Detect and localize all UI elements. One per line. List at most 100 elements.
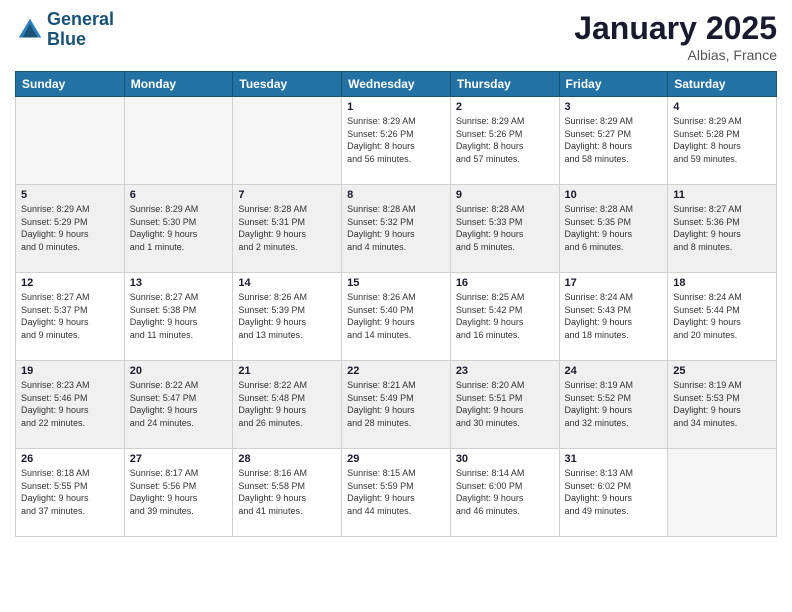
day-number: 7 [238,189,336,201]
calendar-table: SundayMondayTuesdayWednesdayThursdayFrid… [15,71,777,537]
cell-text: Sunrise: 8:20 AM Sunset: 5:51 PM Dayligh… [456,379,554,429]
day-number: 6 [130,189,228,201]
calendar-cell: 15Sunrise: 8:26 AM Sunset: 5:40 PM Dayli… [342,273,451,361]
cell-text: Sunrise: 8:29 AM Sunset: 5:28 PM Dayligh… [673,115,771,165]
day-number: 29 [347,453,445,465]
location-subtitle: Albias, France [574,47,777,63]
day-number: 12 [21,277,119,289]
cell-text: Sunrise: 8:22 AM Sunset: 5:48 PM Dayligh… [238,379,336,429]
day-number: 21 [238,365,336,377]
calendar-cell: 31 Sunrise: 8:13 AM Sunset: 6:02 PM Dayli… [559,449,668,537]
calendar-week-row: 19Sunrise: 8:23 AM Sunset: 5:46 PM Dayli… [16,361,777,449]
cell-text: Sunrise: 8:27 AM Sunset: 5:37 PM Dayligh… [21,291,119,341]
cell-text: Sunrise: 8:18 AM Sunset: 5:55 PM Dayligh… [21,467,119,517]
calendar-cell [124,97,233,185]
cell-text: Sunrise: 8:14 AM Sunset: 6:00 PM Dayligh… [456,467,554,517]
calendar-cell: 2Sunrise: 8:29 AM Sunset: 5:26 PM Daylig… [450,97,559,185]
calendar-cell: 14 Sunrise: 8:26 AM Sunset: 5:39 PM Dayli… [233,273,342,361]
calendar-cell: 20 Sunrise: 8:22 AM Sunset: 5:47 PM Dayli… [124,361,233,449]
day-number: 31 [565,453,663,465]
logo-icon [15,15,45,45]
cell-text: Sunrise: 8:19 AM Sunset: 5:53 PM Dayligh… [673,379,771,429]
day-number: 2 [456,101,554,113]
calendar-cell [233,97,342,185]
calendar-cell: 29 Sunrise: 8:15 AM Sunset: 5:59 PM Dayli… [342,449,451,537]
day-number: 24 [565,365,663,377]
cell-text: Sunrise: 8:13 AM Sunset: 6:02 PM Dayligh… [565,467,663,517]
calendar-cell [668,449,777,537]
cell-text: Sunrise: 8:17 AM Sunset: 5:56 PM Dayligh… [130,467,228,517]
cell-text: Sunrise: 8:28 AM Sunset: 5:35 PM Dayligh… [565,203,663,253]
month-title: January 2025 [574,10,777,47]
day-number: 1 [347,101,445,113]
calendar-cell: 19Sunrise: 8:23 AM Sunset: 5:46 PM Dayli… [16,361,125,449]
weekday-header: Saturday [668,72,777,97]
calendar-cell: 11 Sunrise: 8:27 AM Sunset: 5:36 PM Dayli… [668,185,777,273]
cell-text: Sunrise: 8:16 AM Sunset: 5:58 PM Dayligh… [238,467,336,517]
calendar-cell: 3Sunrise: 8:29 AM Sunset: 5:27 PM Daylig… [559,97,668,185]
calendar-cell: 24 Sunrise: 8:19 AM Sunset: 5:52 PM Dayli… [559,361,668,449]
cell-text: Sunrise: 8:26 AM Sunset: 5:40 PM Dayligh… [347,291,445,341]
calendar-cell: 4 Sunrise: 8:29 AM Sunset: 5:28 PM Daylig… [668,97,777,185]
calendar-cell: 9 Sunrise: 8:28 AM Sunset: 5:33 PM Daylig… [450,185,559,273]
cell-text: Sunrise: 8:15 AM Sunset: 5:59 PM Dayligh… [347,467,445,517]
logo-line2: Blue [47,30,114,50]
day-number: 16 [456,277,554,289]
calendar-cell: 8Sunrise: 8:28 AM Sunset: 5:32 PM Daylig… [342,185,451,273]
calendar-week-row: 1 Sunrise: 8:29 AM Sunset: 5:26 PM Daylig… [16,97,777,185]
page: General Blue January 2025 Albias, France… [0,0,792,612]
cell-text: Sunrise: 8:19 AM Sunset: 5:52 PM Dayligh… [565,379,663,429]
cell-text: Sunrise: 8:22 AM Sunset: 5:47 PM Dayligh… [130,379,228,429]
calendar-cell: 16 Sunrise: 8:25 AM Sunset: 5:42 PM Dayli… [450,273,559,361]
logo-line1: General [47,10,114,30]
day-number: 22 [347,365,445,377]
header: General Blue January 2025 Albias, France [15,10,777,63]
calendar-cell: 30Sunrise: 8:14 AM Sunset: 6:00 PM Dayli… [450,449,559,537]
day-number: 20 [130,365,228,377]
day-number: 4 [673,101,771,113]
weekday-header: Thursday [450,72,559,97]
day-number: 9 [456,189,554,201]
calendar-week-row: 26Sunrise: 8:18 AM Sunset: 5:55 PM Dayli… [16,449,777,537]
weekday-header: Wednesday [342,72,451,97]
calendar-cell: 12 Sunrise: 8:27 AM Sunset: 5:37 PM Dayli… [16,273,125,361]
cell-text: Sunrise: 8:29 AM Sunset: 5:30 PM Dayligh… [130,203,228,253]
logo-text: General Blue [47,10,114,50]
weekday-header: Friday [559,72,668,97]
day-number: 5 [21,189,119,201]
calendar-cell: 26Sunrise: 8:18 AM Sunset: 5:55 PM Dayli… [16,449,125,537]
cell-text: Sunrise: 8:24 AM Sunset: 5:44 PM Dayligh… [673,291,771,341]
day-number: 14 [238,277,336,289]
weekday-header: Sunday [16,72,125,97]
calendar-header-row: SundayMondayTuesdayWednesdayThursdayFrid… [16,72,777,97]
cell-text: Sunrise: 8:28 AM Sunset: 5:33 PM Dayligh… [456,203,554,253]
cell-text: Sunrise: 8:29 AM Sunset: 5:26 PM Dayligh… [347,115,445,165]
day-number: 18 [673,277,771,289]
calendar-cell: 27Sunrise: 8:17 AM Sunset: 5:56 PM Dayli… [124,449,233,537]
calendar-cell: 17 Sunrise: 8:24 AM Sunset: 5:43 PM Dayli… [559,273,668,361]
day-number: 19 [21,365,119,377]
calendar-cell: 28 Sunrise: 8:16 AM Sunset: 5:58 PM Dayli… [233,449,342,537]
calendar-cell: 18 Sunrise: 8:24 AM Sunset: 5:44 PM Dayli… [668,273,777,361]
cell-text: Sunrise: 8:27 AM Sunset: 5:36 PM Dayligh… [673,203,771,253]
calendar-cell: 7 Sunrise: 8:28 AM Sunset: 5:31 PM Daylig… [233,185,342,273]
calendar-cell [16,97,125,185]
calendar-cell: 1 Sunrise: 8:29 AM Sunset: 5:26 PM Daylig… [342,97,451,185]
cell-text: Sunrise: 8:24 AM Sunset: 5:43 PM Dayligh… [565,291,663,341]
weekday-header: Tuesday [233,72,342,97]
cell-text: Sunrise: 8:26 AM Sunset: 5:39 PM Dayligh… [238,291,336,341]
day-number: 17 [565,277,663,289]
day-number: 11 [673,189,771,201]
day-number: 10 [565,189,663,201]
day-number: 23 [456,365,554,377]
day-number: 3 [565,101,663,113]
calendar-cell: 25Sunrise: 8:19 AM Sunset: 5:53 PM Dayli… [668,361,777,449]
cell-text: Sunrise: 8:25 AM Sunset: 5:42 PM Dayligh… [456,291,554,341]
calendar-cell: 13Sunrise: 8:27 AM Sunset: 5:38 PM Dayli… [124,273,233,361]
calendar-cell: 21 Sunrise: 8:22 AM Sunset: 5:48 PM Dayli… [233,361,342,449]
cell-text: Sunrise: 8:28 AM Sunset: 5:32 PM Dayligh… [347,203,445,253]
cell-text: Sunrise: 8:28 AM Sunset: 5:31 PM Dayligh… [238,203,336,253]
calendar-cell: 10 Sunrise: 8:28 AM Sunset: 5:35 PM Dayli… [559,185,668,273]
cell-text: Sunrise: 8:29 AM Sunset: 5:29 PM Dayligh… [21,203,119,253]
day-number: 28 [238,453,336,465]
